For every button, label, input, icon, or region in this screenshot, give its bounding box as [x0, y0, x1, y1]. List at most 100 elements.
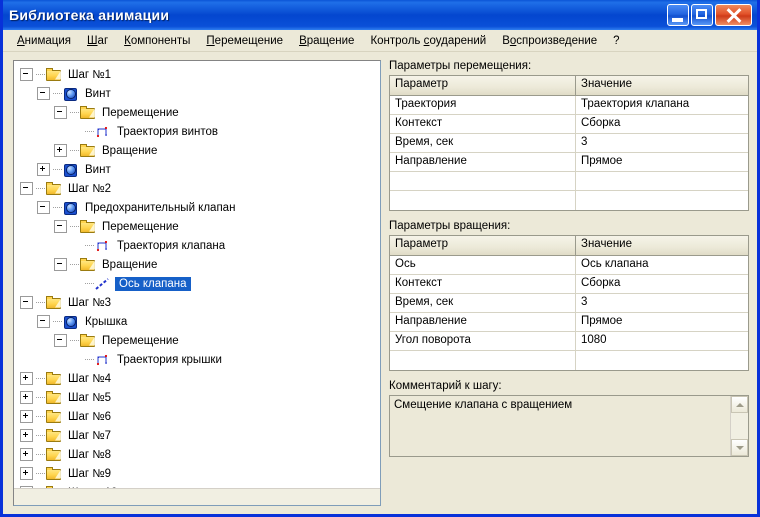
tree-connector-line	[36, 473, 45, 474]
collapse-toggle-icon[interactable]	[37, 201, 50, 214]
collapse-toggle-icon[interactable]	[37, 315, 50, 328]
tree-node[interactable]: Вращение	[20, 141, 380, 160]
table-row[interactable]: Контекст Сборка	[390, 115, 748, 134]
collapse-toggle-icon[interactable]	[54, 220, 67, 233]
collapse-toggle-icon[interactable]	[20, 182, 33, 195]
parameter-name-cell[interactable]: Траектория	[390, 96, 576, 114]
tree-node[interactable]: Шаг №5	[20, 388, 380, 407]
parameter-value-cell[interactable]: 3	[576, 294, 748, 312]
column-header[interactable]: Значение	[576, 76, 748, 95]
table-row[interactable]: Ось Ось клапана	[390, 256, 748, 275]
parameter-name-cell[interactable]: Угол поворота	[390, 332, 576, 350]
comment-vertical-scrollbar[interactable]	[730, 396, 748, 456]
tree-node[interactable]: Траектория крышки	[20, 350, 380, 369]
tree-node[interactable]: Шаг №4	[20, 369, 380, 388]
collapse-toggle-icon[interactable]	[20, 68, 33, 81]
table-empty-row[interactable]	[390, 172, 748, 191]
collapse-toggle-icon[interactable]	[20, 296, 33, 309]
tree-node[interactable]: Шаг №10	[20, 483, 380, 488]
table-row[interactable]: Время, сек 3	[390, 294, 748, 313]
tree-node[interactable]: Шаг №9	[20, 464, 380, 483]
component-icon	[63, 315, 79, 329]
parameter-value-cell[interactable]: 1080	[576, 332, 748, 350]
collapse-toggle-icon[interactable]	[54, 106, 67, 119]
scroll-up-arrow-icon[interactable]	[731, 396, 748, 413]
tree-horizontal-scrollbar[interactable]	[14, 488, 380, 505]
parameter-value-cell[interactable]: Ось клапана	[576, 256, 748, 274]
collapse-toggle-icon[interactable]	[54, 334, 67, 347]
menu-item-4[interactable]: Вращение	[291, 33, 362, 49]
parameter-name-cell[interactable]: Время, сек	[390, 134, 576, 152]
parameter-name-cell[interactable]: Направление	[390, 153, 576, 171]
tree-node[interactable]: Перемещение	[20, 331, 380, 350]
parameter-name-cell[interactable]: Контекст	[390, 115, 576, 133]
expand-toggle-icon[interactable]	[20, 372, 33, 385]
expand-toggle-icon[interactable]	[20, 410, 33, 423]
parameter-name-cell[interactable]: Направление	[390, 313, 576, 331]
maximize-button[interactable]	[691, 4, 713, 26]
parameter-value-cell[interactable]: Сборка	[576, 115, 748, 133]
table-empty-row[interactable]	[390, 191, 748, 210]
parameter-value-cell[interactable]: 3	[576, 134, 748, 152]
collapse-toggle-icon[interactable]	[37, 87, 50, 100]
table-empty-row[interactable]	[390, 351, 748, 370]
tree-node[interactable]: Шаг №2	[20, 179, 380, 198]
move-params-grid[interactable]: Параметр Значение Траектория Траектория кла…	[389, 75, 749, 211]
minimize-button[interactable]	[667, 4, 689, 26]
menu-item-5[interactable]: Контроль соударений	[362, 33, 494, 49]
parameter-name-cell[interactable]: Контекст	[390, 275, 576, 293]
tree-node[interactable]: Предохранительный клапан	[20, 198, 380, 217]
expand-toggle-icon[interactable]	[37, 163, 50, 176]
expand-toggle-icon[interactable]	[20, 467, 33, 480]
tree-node[interactable]: Винт	[20, 160, 380, 179]
menu-item-0[interactable]: Анимация	[9, 33, 79, 49]
tree-node[interactable]: Шаг №3	[20, 293, 380, 312]
tree-scroll-area[interactable]: Шаг №1 Винт Перемещение Траектория винтов Вр…	[14, 61, 380, 488]
tree-node[interactable]: Перемещение	[20, 103, 380, 122]
tree-node[interactable]: Шаг №6	[20, 407, 380, 426]
close-button[interactable]	[715, 4, 752, 26]
parameter-value-cell[interactable]: Траектория клапана	[576, 96, 748, 114]
comment-text[interactable]: Смещение клапана с вращением	[390, 396, 730, 456]
parameter-value-cell[interactable]: Прямое	[576, 153, 748, 171]
column-header[interactable]: Параметр	[390, 236, 576, 255]
parameter-value-cell[interactable]: Сборка	[576, 275, 748, 293]
tree-node[interactable]: Вращение	[20, 255, 380, 274]
expand-toggle-icon[interactable]	[20, 391, 33, 404]
tree-node[interactable]: Крышка	[20, 312, 380, 331]
table-row[interactable]: Время, сек 3	[390, 134, 748, 153]
tree-node[interactable]: Траектория клапана	[20, 236, 380, 255]
parameter-name-cell[interactable]: Ось	[390, 256, 576, 274]
tree-node[interactable]: Траектория винтов	[20, 122, 380, 141]
comment-box[interactable]: Смещение клапана с вращением	[389, 395, 749, 457]
tree-node[interactable]: Винт	[20, 84, 380, 103]
menu-item-1[interactable]: Шаг	[79, 33, 116, 49]
table-row[interactable]: Направление Прямое	[390, 153, 748, 172]
animation-tree-panel[interactable]: Шаг №1 Винт Перемещение Траектория винтов Вр…	[13, 60, 381, 506]
scroll-down-arrow-icon[interactable]	[731, 439, 748, 456]
table-row[interactable]: Контекст Сборка	[390, 275, 748, 294]
table-row[interactable]: Траектория Траектория клапана	[390, 96, 748, 115]
tree-node[interactable]: Перемещение	[20, 217, 380, 236]
expand-toggle-icon[interactable]	[20, 486, 33, 488]
tree-node[interactable]: Шаг №1	[20, 65, 380, 84]
rotation-params-grid[interactable]: Параметр Значение Ось Ось клапана Контекст С…	[389, 235, 749, 371]
menu-item-2[interactable]: Компоненты	[116, 33, 198, 49]
column-header[interactable]: Значение	[576, 236, 748, 255]
menu-item-6[interactable]: Воспроизведение	[494, 33, 605, 49]
table-row[interactable]: Угол поворота 1080	[390, 332, 748, 351]
tree-node[interactable]: Шаг №8	[20, 445, 380, 464]
menu-item-7[interactable]: ?	[605, 33, 627, 49]
folder-icon	[46, 428, 62, 443]
expand-toggle-icon[interactable]	[20, 448, 33, 461]
menu-item-3[interactable]: Перемещение	[198, 33, 291, 49]
expand-toggle-icon[interactable]	[54, 144, 67, 157]
table-row[interactable]: Направление Прямое	[390, 313, 748, 332]
tree-node[interactable]: Шаг №7	[20, 426, 380, 445]
expand-toggle-icon[interactable]	[20, 429, 33, 442]
tree-node[interactable]: Ось клапана	[20, 274, 380, 293]
collapse-toggle-icon[interactable]	[54, 258, 67, 271]
parameter-name-cell[interactable]: Время, сек	[390, 294, 576, 312]
column-header[interactable]: Параметр	[390, 76, 576, 95]
parameter-value-cell[interactable]: Прямое	[576, 313, 748, 331]
